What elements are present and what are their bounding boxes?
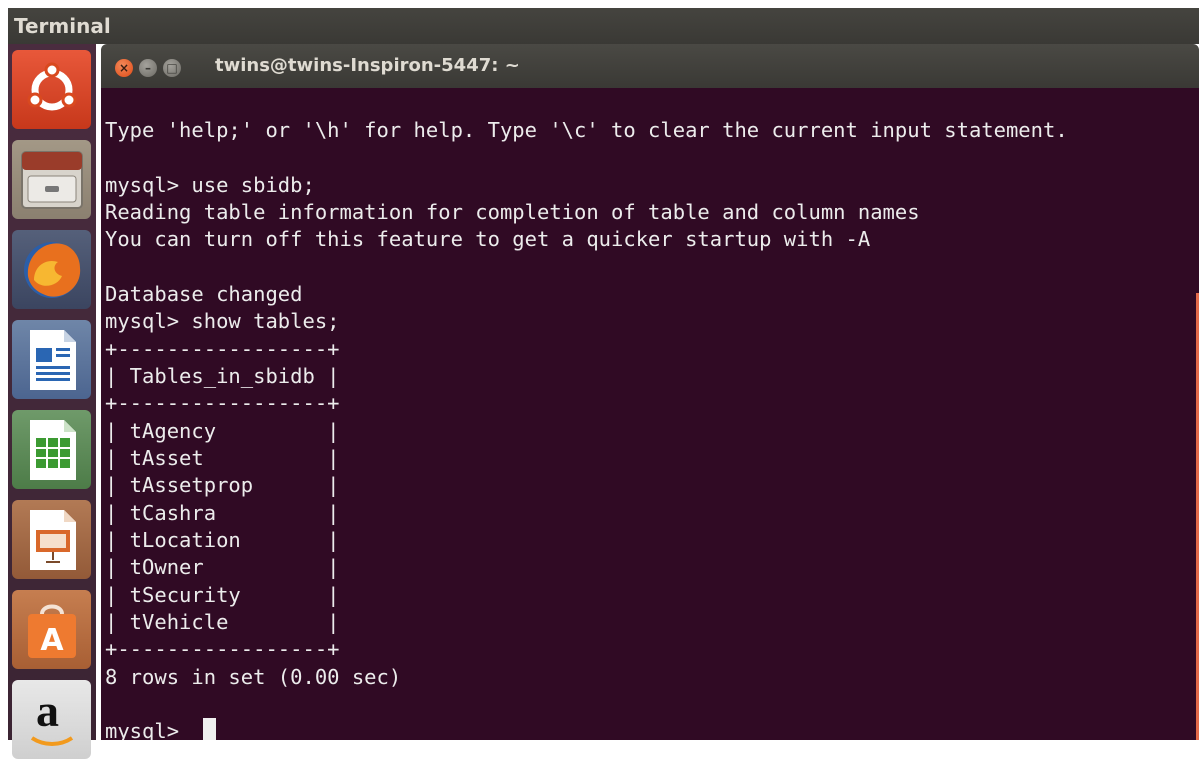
terminal-line: | tAgency | [105,419,340,443]
launcher-item-firefox[interactable] [12,230,91,309]
window-close-button[interactable]: × [115,59,133,77]
terminal-line: mysql> use sbidb; [105,173,315,197]
top-panel-title: Terminal [14,14,111,38]
terminal-line: | tAssetprop | [105,473,340,497]
maximize-icon: □ [166,61,178,75]
document-writer-icon [30,330,76,390]
terminal-line: Type 'help;' or '\h' for help. Type '\c'… [105,118,1068,142]
terminal-line: mysql> show tables; [105,309,340,333]
terminal-line: | tSecurity | [105,583,340,607]
top-panel: Terminal [8,8,1199,44]
launcher-item-libreoffice-impress[interactable] [12,500,91,579]
svg-text:A: A [40,623,64,658]
terminal-output[interactable]: Type 'help;' or '\h' for help. Type '\c'… [101,88,1199,740]
terminal-line: | tAsset | [105,446,340,470]
terminal-prompt: mysql> [105,719,192,740]
launcher-item-files[interactable] [12,140,91,219]
terminal-line: +-----------------+ [105,391,340,415]
terminal-line: | Tables_in_sbidb | [105,364,340,388]
close-icon: × [118,61,130,75]
window-title: twins@twins-Inspiron-5447: ~ [215,55,520,76]
terminal-line: You can turn off this feature to get a q… [105,227,871,251]
window-maximize-button[interactable]: □ [163,59,181,77]
launcher-item-ubuntu-software-center[interactable]: A [12,590,91,669]
shopping-bag-icon: A [28,604,76,658]
file-cabinet-icon [21,151,83,209]
terminal-line: | tOwner | [105,555,340,579]
launcher-item-amazon[interactable]: a [12,680,91,759]
terminal-line: | tLocation | [105,528,340,552]
launcher-item-ubuntu-dash[interactable] [12,50,91,129]
terminal-line: +-----------------+ [105,637,340,661]
firefox-icon [24,242,81,298]
terminal-line: Database changed [105,282,303,306]
amazon-icon: a [12,680,91,759]
text-cursor [203,718,217,740]
minimize-icon: – [145,61,151,75]
terminal-line: 8 rows in set (0.00 sec) [105,665,402,689]
spreadsheet-calc-icon [30,420,76,480]
launcher-item-libreoffice-calc[interactable] [12,410,91,489]
presentation-impress-icon [30,510,76,570]
terminal-line: | tCashra | [105,501,340,525]
amazon-smile-icon [30,736,74,746]
terminal-line: +-----------------+ [105,337,340,361]
window-titlebar[interactable]: × – □ twins@twins-Inspiron-5447: ~ [101,44,1199,88]
ubuntu-logo-icon [27,62,77,111]
terminal-line: Reading table information for completion… [105,200,920,224]
launcher: A a [8,44,96,759]
launcher-item-libreoffice-writer[interactable] [12,320,91,399]
window-minimize-button[interactable]: – [139,59,157,77]
terminal-line: | tVehicle | [105,610,340,634]
terminal-prompt-line[interactable]: mysql> [105,718,217,740]
